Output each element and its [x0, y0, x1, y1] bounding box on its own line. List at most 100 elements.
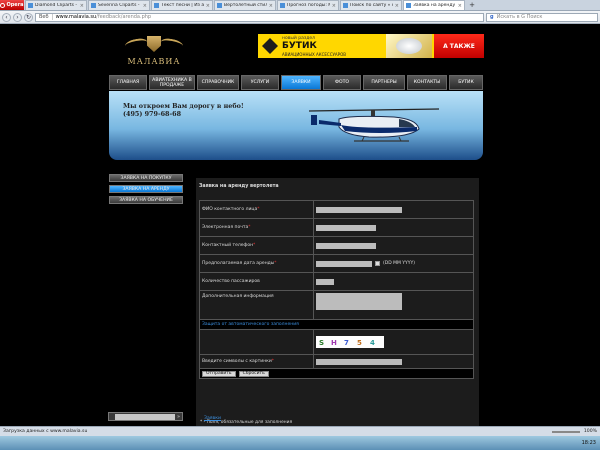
menu-item-aircraft-sale[interactable]: АВИАТЕХНИКА В ПРОДАЖЕ — [149, 75, 195, 90]
new-tab-button[interactable]: + — [467, 0, 477, 10]
zoom-slider[interactable] — [551, 430, 580, 433]
reload-icon[interactable]: ↻ — [24, 12, 33, 22]
zoom-level: 100% — [583, 429, 597, 434]
email-cell — [313, 218, 474, 237]
captcha-link[interactable]: Защита от автоматического заполнения — [202, 322, 299, 327]
forward-icon[interactable]: › — [13, 12, 22, 22]
menu-item-partners[interactable]: ПАРТНЕРЫ — [363, 75, 405, 90]
menu-item-services[interactable]: УСЛУГИ — [241, 75, 279, 90]
date-cell: (DD MM YYYY) — [313, 254, 474, 273]
close-tab-icon[interactable]: × — [458, 3, 462, 9]
tray-clock: 18:23 — [581, 440, 596, 446]
taskbar: 18:23 — [0, 436, 600, 450]
hero-banner: Мы откроем Вам дорогу в небо! (495) 979-… — [109, 91, 483, 160]
web-page: МАЛАВИА новый раздел БУТИК АВИАЦИОННЫХ А… — [0, 25, 600, 426]
sidebar-item-purchase[interactable]: ЗАЯВКА НА ПОКУПКУ — [109, 174, 183, 182]
breadcrumb[interactable]: Заявки — [204, 416, 221, 421]
menu-item-photo[interactable]: ФОТО — [323, 75, 361, 90]
favicon-icon — [406, 3, 411, 8]
menu-item-reference[interactable]: СПРАВОЧНИК — [197, 75, 239, 90]
address-url[interactable]: www.malavia.su/feedback/arenda.php — [56, 14, 152, 20]
search-go-icon[interactable]: » — [177, 414, 180, 420]
menu-item-boutique[interactable]: БУТИК — [449, 75, 483, 90]
hero-slogan: Мы откроем Вам дорогу в небо! — [123, 102, 244, 110]
captcha-header: Защита от автоматического заполнения — [199, 319, 474, 330]
captcha-spacer — [199, 329, 314, 355]
address-security-label: Веб — [39, 14, 53, 20]
close-tab-icon[interactable]: × — [206, 3, 210, 9]
date-field[interactable] — [316, 260, 372, 267]
form-panel: Заявка на аренду вертолета ФИО контактно… — [196, 178, 479, 426]
banner-product-image — [386, 34, 432, 58]
browser-nav-bar: ‹ › ↻ Веб www.malavia.su/feedback/arenda… — [0, 11, 600, 24]
sidebar-item-rent[interactable]: ЗАЯВКА НА АРЕНДУ — [109, 185, 183, 193]
tab-title: Заявка на аренду — [413, 3, 456, 8]
tab-title: Поиск по сайту « ALL... — [350, 3, 393, 8]
favicon-icon — [343, 3, 348, 8]
rental-form: ФИО контактного лица* Электронная почта*… — [199, 200, 474, 379]
menu-item-home[interactable]: ГЛАВНАЯ — [109, 75, 147, 90]
phone-field[interactable] — [316, 242, 376, 249]
browser-tab[interactable]: Прогноз погоды: Мос...× — [277, 0, 339, 10]
hero-phone: (495) 979-68-68 — [123, 110, 182, 118]
close-tab-icon[interactable]: × — [143, 3, 147, 9]
search-placeholder: Искать в G Поиск — [496, 14, 543, 20]
tab-title: Diamond Cliparts - Sp... — [35, 3, 78, 8]
banner-cta: А ТАКЖЕ — [434, 34, 484, 58]
banner-logo-icon — [262, 38, 278, 54]
browser-tab-active[interactable]: Заявка на аренду × — [403, 0, 465, 10]
phone-cell — [313, 236, 474, 255]
address-bar[interactable]: Веб www.malavia.su/feedback/arenda.php — [35, 12, 484, 22]
google-icon: g — [490, 14, 494, 20]
close-tab-icon[interactable]: × — [332, 3, 336, 9]
calendar-icon[interactable] — [375, 261, 380, 266]
logo-wing-right — [161, 37, 183, 51]
info-cell — [313, 290, 474, 320]
captcha-input-cell — [313, 354, 474, 369]
info-label: Дополнительная информация — [199, 290, 314, 320]
site-search-input[interactable] — [114, 413, 175, 420]
favicon-icon — [28, 3, 33, 8]
browser-tab[interactable]: Текст песни | Из а'ф ...× — [151, 0, 213, 10]
close-tab-icon[interactable]: × — [80, 3, 84, 9]
passengers-field[interactable] — [316, 278, 334, 285]
opera-menu-label: Opera — [6, 2, 24, 8]
browser-tab[interactable]: Вертолетный стиль: со...× — [214, 0, 276, 10]
browser-tab-bar: Opera Diamond Cliparts - Sp...× Severina… — [0, 0, 600, 11]
submit-button[interactable]: Отправить — [202, 370, 236, 377]
reset-button[interactable]: Сбросить — [238, 370, 269, 377]
name-cell — [313, 200, 474, 219]
browser-tab[interactable]: Diamond Cliparts - Sp...× — [25, 0, 87, 10]
date-format-hint: (DD MM YYYY) — [383, 261, 416, 266]
passengers-label: Количество пассажиров — [199, 272, 314, 291]
email-field[interactable] — [316, 224, 376, 231]
captcha-input[interactable] — [316, 358, 402, 365]
browser-status-bar: Загрузка данных с www.malavia.su 100% — [0, 426, 600, 436]
status-text: Загрузка данных с www.malavia.su — [3, 429, 88, 434]
favicon-icon — [91, 3, 96, 8]
additional-info-textarea[interactable] — [316, 293, 402, 310]
browser-tab[interactable]: Severina Cliparts - Саи...× — [88, 0, 150, 10]
close-tab-icon[interactable]: × — [269, 3, 273, 9]
email-label: Электронная почта* — [199, 218, 314, 237]
form-title: Заявка на аренду вертолета — [199, 184, 279, 189]
menu-item-contacts[interactable]: КОНТАКТЫ — [407, 75, 447, 90]
close-tab-icon[interactable]: × — [395, 3, 399, 9]
boutique-banner[interactable]: новый раздел БУТИК АВИАЦИОННЫХ АКСЕССУАР… — [258, 34, 484, 58]
name-field[interactable] — [316, 206, 402, 213]
sidebar-item-training[interactable]: ЗАЯВКА НА ОБУЧЕНИЕ — [109, 196, 183, 204]
captcha-input-label: Введите символы с картинки* — [199, 354, 314, 369]
favicon-icon — [154, 3, 159, 8]
buttons-cell: Отправить Сбросить — [199, 368, 474, 379]
date-label: Предполагаемая дата аренды* — [199, 254, 314, 273]
menu-item-requests[interactable]: ЗАЯВКИ — [281, 75, 321, 90]
opera-menu-button[interactable]: Opera — [0, 0, 24, 10]
favicon-icon — [217, 3, 222, 8]
phone-label: Контактный телефон* — [199, 236, 314, 255]
name-label: ФИО контактного лица* — [199, 200, 314, 219]
back-icon[interactable]: ‹ — [2, 12, 11, 22]
logo-wing-left — [125, 37, 147, 51]
site-logo[interactable]: МАЛАВИА — [123, 35, 185, 69]
browser-tab[interactable]: Поиск по сайту « ALL...× — [340, 0, 402, 10]
search-input[interactable]: g Искать в G Поиск — [486, 12, 598, 22]
